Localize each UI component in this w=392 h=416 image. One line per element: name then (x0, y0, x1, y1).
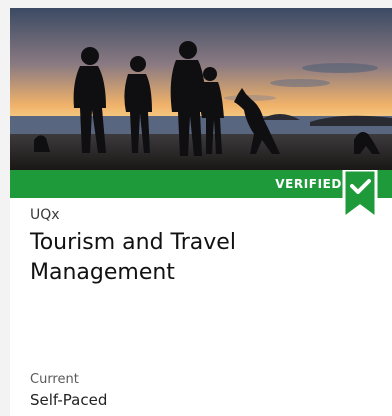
course-pacing: Self-Paced (30, 391, 108, 409)
course-image[interactable] (10, 8, 392, 170)
verified-banner: VERIFIED (10, 170, 392, 198)
check-ribbon-icon (340, 170, 380, 222)
course-card[interactable]: VERIFIED UQx Tourism and Travel Manageme… (10, 8, 392, 416)
course-status: Current (30, 372, 79, 387)
beach-sunset-image (10, 8, 392, 170)
course-title[interactable]: Tourism and Travel Management (30, 228, 350, 288)
page: VERIFIED UQx Tourism and Travel Manageme… (0, 0, 392, 416)
course-org: UQx (30, 207, 60, 223)
verified-label: VERIFIED (275, 177, 342, 191)
